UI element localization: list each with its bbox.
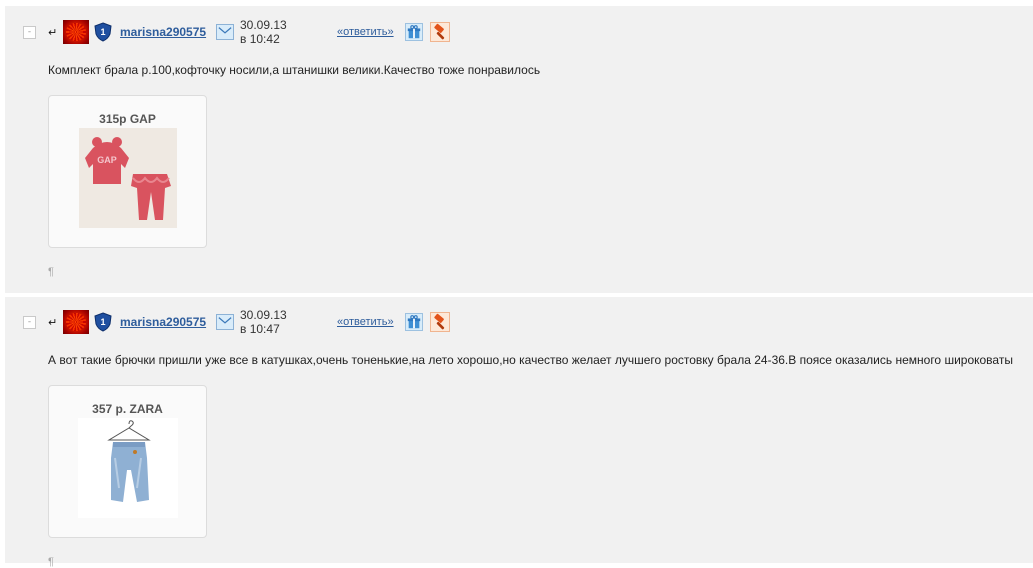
reply-arrow-icon: ↵ [48, 25, 58, 39]
svg-text:GAP: GAP [97, 155, 117, 165]
hammer-icon[interactable] [430, 22, 450, 42]
product-title: 315р GAP [99, 112, 156, 126]
reply-link[interactable]: «ответить» [337, 26, 394, 38]
level-badge: 1 [100, 317, 105, 327]
gift-icon[interactable] [405, 313, 423, 331]
gift-icon[interactable] [405, 23, 423, 41]
level-shield-icon: 1 [94, 22, 112, 42]
author-link[interactable]: marisna290575 [120, 25, 206, 39]
mail-icon[interactable] [216, 24, 234, 40]
product-card[interactable]: 357 р. ZARA [48, 385, 207, 538]
reply-link[interactable]: «ответить» [337, 316, 394, 328]
comment-text: А вот такие брючки пришли уже все в кату… [48, 353, 1013, 367]
product-title: 357 р. ZARA [92, 402, 163, 416]
level-shield-icon: 1 [94, 312, 112, 332]
avatar[interactable] [63, 20, 89, 44]
level-badge: 1 [100, 27, 105, 37]
mail-icon[interactable] [216, 314, 234, 330]
reply-arrow-icon: ↵ [48, 315, 58, 329]
product-image[interactable]: GAP [79, 128, 177, 228]
product-image[interactable] [78, 418, 178, 518]
pilcrow: ¶ [48, 556, 54, 568]
product-card[interactable]: 315р GAP GAP [48, 95, 207, 248]
hammer-icon[interactable] [430, 312, 450, 332]
collapse-icon[interactable]: - [23, 25, 36, 39]
comment-date: 30.09.13 в 10:47 [240, 308, 287, 336]
author-link[interactable]: marisna290575 [120, 315, 206, 329]
collapse-icon[interactable]: - [23, 315, 36, 329]
pilcrow: ¶ [48, 266, 54, 278]
comment-date: 30.09.13 в 10:42 [240, 18, 287, 46]
comment-post: - ↵ 1 marisna290575 30.09.13 в 10:47 «от… [5, 297, 1033, 568]
avatar[interactable] [63, 310, 89, 334]
comment-text: Комплект брала р.100,кофточку носили,а ш… [48, 63, 541, 77]
comment-post: - ↵ 1 marisna290575 30.09.13 в 10:42 «от… [5, 6, 1033, 293]
